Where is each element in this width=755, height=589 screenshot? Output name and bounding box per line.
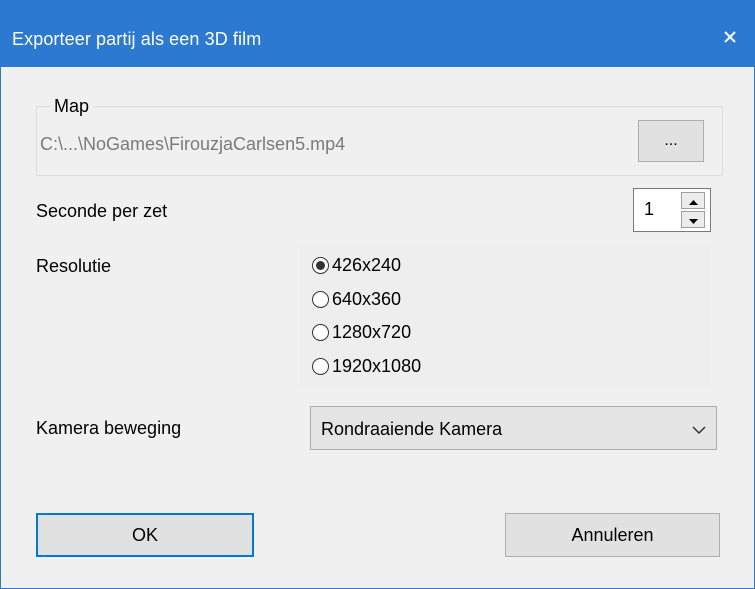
radio-640x360[interactable]: 640x360	[312, 287, 401, 311]
spinner-buttons	[681, 192, 705, 228]
radio-label: 640x360	[332, 289, 402, 309]
triangle-up-icon	[688, 192, 698, 210]
ok-button[interactable]: OK	[36, 513, 254, 557]
map-group-label: Map	[50, 96, 94, 116]
radio-label: 426x240	[332, 255, 402, 275]
radio-label: 1920x1080	[332, 356, 422, 376]
radio-button[interactable]	[312, 290, 329, 308]
spinner-up-button[interactable]	[681, 192, 705, 209]
radio-button[interactable]	[312, 323, 329, 341]
seconds-per-move-label: Seconde per zet	[36, 201, 168, 221]
triangle-down-icon	[688, 211, 698, 229]
close-button[interactable]	[706, 17, 754, 57]
camera-selected-value: Rondraaiende Kamera	[321, 419, 503, 439]
radio-1920x1080[interactable]: 1920x1080	[312, 354, 421, 378]
dialog-title: Exporteer partij als een 3D film	[12, 29, 262, 49]
map-path-text: C:\...\NoGames\FirouzjaCarlsen5.mp4	[40, 134, 346, 154]
title-bar[interactable]: Exporteer partij als een 3D film	[1, 1, 754, 67]
seconds-spinner[interactable]: 1	[633, 188, 711, 232]
browse-button[interactable]: ...	[638, 120, 704, 162]
close-icon	[724, 31, 736, 43]
camera-movement-dropdown[interactable]: Rondraaiende Kamera	[310, 406, 717, 450]
camera-movement-label: Kamera beweging	[36, 418, 182, 438]
resolution-label: Resolutie	[36, 256, 112, 276]
chevron-down-icon	[692, 422, 706, 440]
radio-1280x720[interactable]: 1280x720	[312, 320, 411, 344]
radio-button-selected[interactable]	[312, 256, 329, 274]
seconds-value[interactable]: 1	[644, 199, 654, 219]
radio-426x240[interactable]: 426x240	[312, 253, 401, 277]
spinner-down-button[interactable]	[681, 211, 705, 228]
cancel-button[interactable]: Annuleren	[505, 513, 720, 557]
radio-label: 1280x720	[332, 322, 412, 342]
radio-button[interactable]	[312, 357, 329, 375]
